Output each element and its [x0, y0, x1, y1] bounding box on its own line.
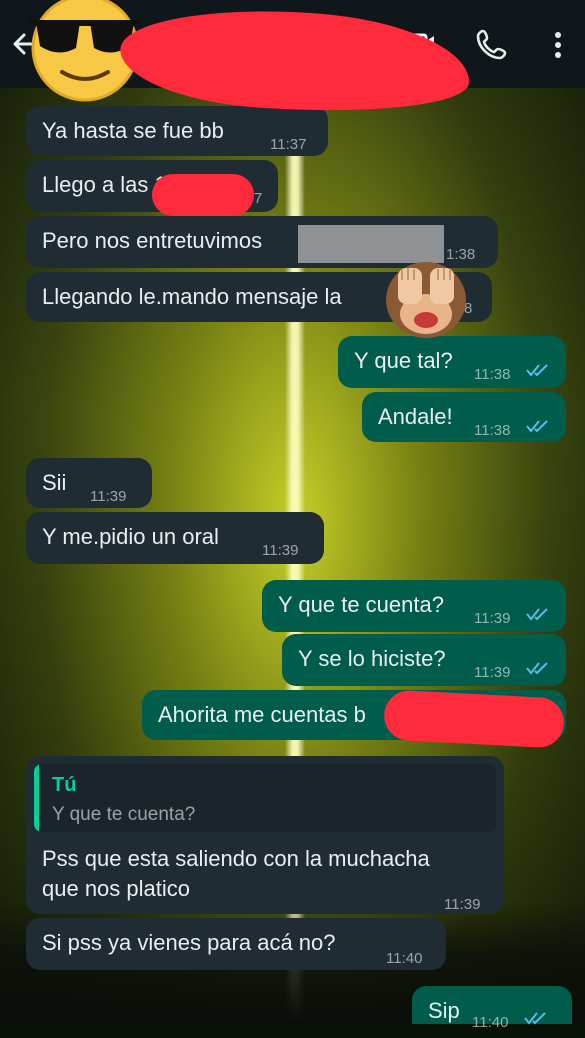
redaction-mark [152, 174, 254, 216]
quoted-message[interactable]: Tú Y que te cuenta? [34, 764, 496, 832]
read-receipt-icon [526, 608, 548, 621]
message-bubble-outgoing[interactable]: Andale! 11:38 [362, 392, 566, 442]
read-receipt-icon [524, 1012, 546, 1025]
message-text-line-1: Pss que esta saliendo con la muchacha [42, 846, 430, 871]
read-receipt-icon [526, 662, 548, 675]
message-text: Sii [42, 470, 67, 495]
message-text: Ya hasta se fue bb [42, 118, 224, 143]
message-time: 11:39 [444, 896, 481, 913]
message-bubble-incoming[interactable]: Ya hasta se fue bb 11:37 [26, 106, 328, 156]
message-time: 11:38 [474, 366, 511, 383]
message-text: Ahorita me cuentas b [158, 702, 366, 727]
message-text: Pero nos entretuvimos [42, 228, 263, 253]
read-receipt-icon [526, 420, 548, 433]
message-text: Andale! [378, 404, 453, 429]
message-time: 11:40 [472, 1014, 509, 1031]
quote-text: Y que te cuenta? [52, 804, 196, 825]
message-text: Llego a las 1 [42, 172, 167, 197]
message-text: Sip [428, 998, 460, 1023]
message-text-line-2: que nos platico [42, 876, 190, 901]
message-time: 11:39 [90, 488, 127, 505]
message-bubble-outgoing[interactable]: Sip 11:40 [412, 986, 572, 1031]
message-time: 7 [254, 190, 263, 207]
message-time: 11:39 [262, 542, 299, 559]
message-time: 11:39 [474, 664, 511, 681]
message-text: Y se lo hiciste? [298, 646, 446, 671]
read-receipt-icon [526, 364, 548, 377]
message-bubble-outgoing[interactable]: Y que tal? 11:38 [338, 336, 566, 388]
message-bubble-incoming[interactable]: Sii 11:39 [26, 458, 152, 508]
message-bubble-incoming[interactable]: Y me.pidio un oral 11:39 [26, 512, 324, 564]
message-text: Y que te cuenta? [278, 592, 444, 617]
message-bubble-incoming[interactable]: Si pss ya vienes para acá no? 11:40 [26, 918, 446, 970]
message-bubble-outgoing[interactable]: Y que te cuenta? 11:39 [262, 580, 566, 632]
quote-author: Tú [52, 774, 77, 796]
message-bubble-incoming-reply[interactable]: Tú Y que te cuenta? Pss que esta saliend… [26, 756, 504, 914]
see-no-evil-monkey-icon [380, 256, 472, 340]
message-text: Llegando le.mando mensaje la [42, 284, 342, 309]
phone-icon[interactable] [474, 26, 510, 62]
message-text: Si pss ya vienes para acá no? [42, 930, 336, 955]
message-time: 11:37 [270, 136, 307, 153]
redaction-mark [382, 689, 566, 749]
message-time: 11:40 [386, 950, 423, 967]
message-time: 11:38 [474, 422, 511, 439]
message-time: 11:39 [474, 610, 511, 627]
more-vertical-icon[interactable] [540, 26, 576, 62]
quote-accent-bar [34, 764, 39, 832]
message-text: Y que tal? [354, 348, 453, 373]
message-text: Y me.pidio un oral [42, 524, 219, 549]
message-bubble-outgoing[interactable]: Y se lo hiciste? 11:39 [282, 634, 566, 686]
